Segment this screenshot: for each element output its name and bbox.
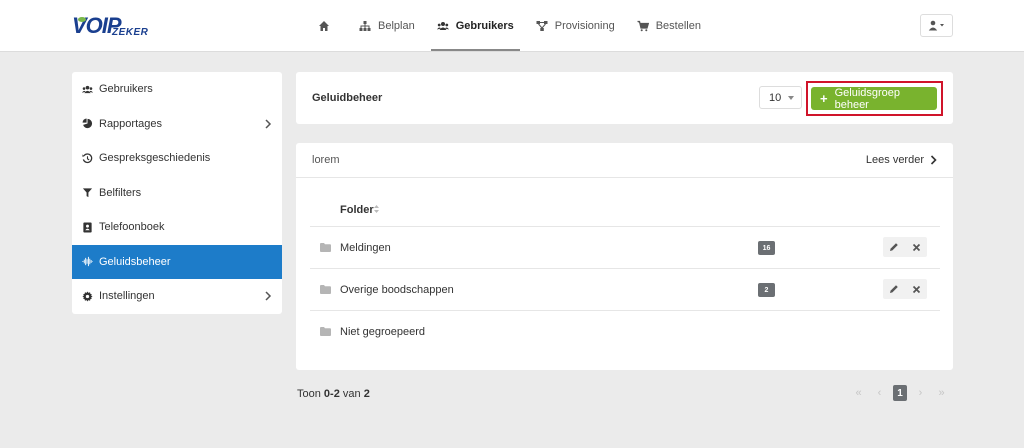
users-icon	[436, 22, 449, 30]
prev-page-button[interactable]: ‹	[869, 385, 890, 401]
folder-name: Meldingen	[340, 242, 391, 254]
filter-icon	[82, 188, 93, 198]
row-actions	[883, 279, 927, 299]
pencil-icon	[890, 243, 898, 251]
logo-sub-text: ZEKER	[112, 27, 149, 38]
sidebar-item-gespreksgeschiedenis[interactable]: Gespreksgeschiedenis	[72, 141, 282, 176]
sidebar-item-label: Geluidsbeheer	[99, 255, 171, 268]
intro-row: lorem Lees verder	[296, 143, 953, 178]
sidebar-item-geluidsbeheer[interactable]: Geluidsbeheer	[72, 244, 282, 279]
current-page-button[interactable]: 1	[893, 385, 907, 401]
voipzeker-logo[interactable]: VOIP ZEKER	[72, 13, 162, 39]
results-summary: Toon 0-2 van 2	[297, 388, 370, 400]
main-nav: Belplan Gebruikers Provisioning Bestelle…	[310, 0, 715, 52]
folder-icon	[320, 285, 331, 294]
folder-name: Overige boodschappen	[340, 284, 454, 296]
per-page-select[interactable]: 10	[759, 86, 802, 109]
folder-icon	[320, 327, 331, 336]
home-icon	[319, 21, 329, 31]
pagination: « ‹ 1 › »	[848, 385, 952, 401]
sitemap-icon	[359, 21, 371, 31]
gear-icon	[82, 291, 93, 302]
column-header-folder[interactable]: Folder	[340, 204, 374, 216]
nav-item-bestellen-label: Bestellen	[655, 20, 701, 32]
page-header-panel: Geluidbeheer 10 + Geluidsgroep beheer	[296, 72, 953, 124]
close-icon	[912, 243, 920, 251]
results-prefix: Toon	[297, 388, 321, 400]
folder-list-panel: lorem Lees verder Folder Meldingen 16 Ov…	[296, 143, 953, 370]
nodes-icon	[536, 21, 548, 31]
sidebar-item-label: Gespreksgeschiedenis	[99, 152, 211, 165]
page-title: Geluidbeheer	[312, 92, 383, 104]
add-sound-group-button[interactable]: + Geluidsgroep beheer	[811, 86, 937, 111]
sidebar-item-gebruikers[interactable]: Gebruikers	[72, 72, 282, 107]
nav-item-bestellen[interactable]: Bestellen	[629, 12, 709, 40]
chevron-right-icon	[265, 118, 272, 129]
count-badge: 16	[758, 241, 775, 255]
top-navbar: VOIP ZEKER Belplan Gebruikers Provisioni…	[0, 0, 1024, 52]
nav-item-provisioning[interactable]: Provisioning	[528, 12, 623, 40]
table-row[interactable]: Niet gegroepeerd	[310, 311, 940, 353]
contact-book-icon	[83, 222, 92, 233]
sidebar-item-instellingen[interactable]: Instellingen	[72, 279, 282, 314]
nav-item-belplan[interactable]: Belplan	[351, 12, 423, 40]
results-range: 0-2	[323, 388, 340, 400]
sidebar-item-label: Gebruikers	[99, 83, 153, 96]
table-row[interactable]: Overige boodschappen 2	[310, 269, 940, 311]
next-page-button[interactable]: ›	[910, 385, 931, 401]
pie-chart-icon	[82, 118, 93, 129]
plus-icon: +	[820, 91, 828, 106]
cart-icon	[637, 20, 649, 32]
sort-icon[interactable]	[373, 204, 380, 214]
user-menu-button[interactable]	[920, 14, 953, 37]
table-row[interactable]: Meldingen 16	[310, 227, 940, 269]
intro-text: lorem	[312, 154, 340, 166]
read-more-link[interactable]: Lees verder	[866, 154, 937, 166]
sidebar-item-label: Instellingen	[99, 290, 155, 303]
sidebar-item-label: Rapportages	[99, 117, 162, 130]
chevron-right-icon	[930, 155, 937, 165]
read-more-label: Lees verder	[865, 154, 924, 166]
sidebar-item-telefoonboek[interactable]: Telefoonboek	[72, 210, 282, 245]
users-icon	[82, 85, 93, 93]
pencil-icon	[890, 285, 898, 293]
nav-item-belplan-label: Belplan	[378, 20, 415, 32]
folder-name: Niet gegroepeerd	[340, 326, 426, 338]
sidebar-menu: Gebruikers Rapportages Gespreksgeschiede…	[72, 72, 282, 314]
table-header: Folder	[310, 190, 940, 227]
nav-item-gebruikers[interactable]: Gebruikers	[429, 12, 522, 51]
logo-accent-dot	[78, 17, 86, 22]
add-sound-group-label: Geluidsgroep beheer	[834, 86, 901, 111]
user-icon	[928, 20, 944, 31]
chevron-right-icon	[265, 291, 272, 301]
history-icon	[82, 153, 93, 163]
sidebar-item-rapportages[interactable]: Rapportages	[72, 107, 282, 142]
folder-table: Folder Meldingen 16 Overige boodschappen…	[310, 190, 940, 353]
results-total: 2	[363, 388, 370, 400]
edit-button[interactable]	[883, 279, 905, 299]
edit-button[interactable]	[883, 237, 905, 257]
sidebar-item-label: Belfilters	[99, 186, 142, 199]
count-badge: 2	[758, 283, 775, 297]
close-icon	[912, 285, 920, 293]
row-actions	[883, 237, 927, 257]
sound-wave-icon	[82, 257, 93, 267]
nav-item-gebruikers-label: Gebruikers	[455, 20, 514, 32]
folder-icon	[320, 243, 331, 252]
first-page-button[interactable]: «	[848, 385, 869, 401]
nav-item-provisioning-label: Provisioning	[554, 20, 615, 32]
results-middle: van	[342, 388, 361, 400]
sidebar-item-label: Telefoonboek	[99, 221, 165, 234]
per-page-value: 10	[769, 91, 782, 104]
delete-button[interactable]	[905, 279, 927, 299]
delete-button[interactable]	[905, 237, 927, 257]
caret-down-icon	[788, 96, 794, 100]
sidebar-item-belfilters[interactable]: Belfilters	[72, 176, 282, 211]
last-page-button[interactable]: »	[931, 385, 952, 401]
nav-item-home[interactable]	[310, 12, 345, 40]
